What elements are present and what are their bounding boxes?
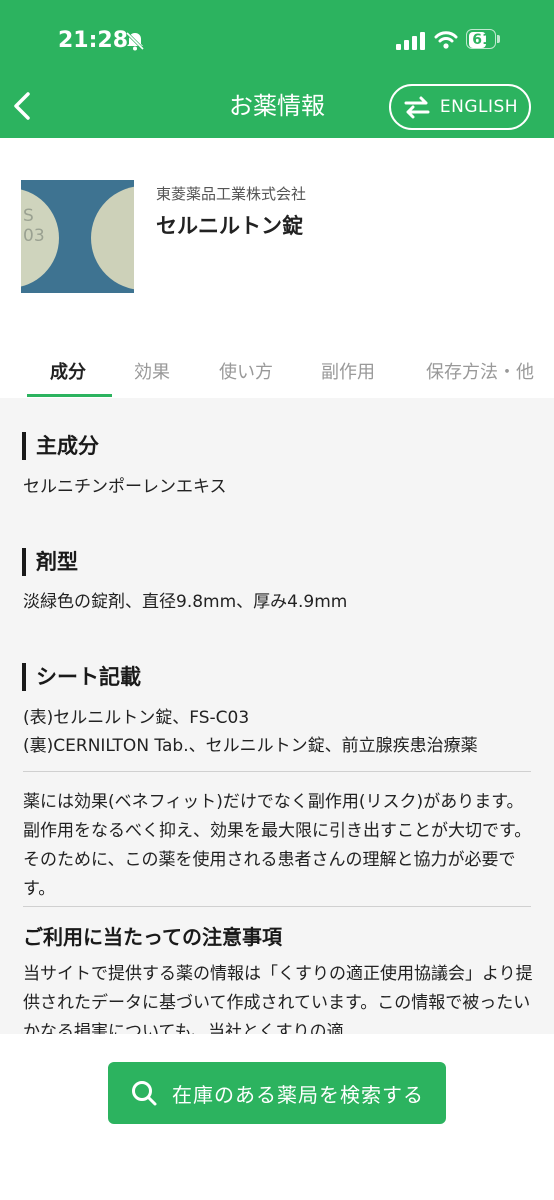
battery-icon: 61 [466, 29, 502, 51]
divider [23, 771, 531, 772]
section-title-sheet: シート記載 [22, 663, 141, 691]
search-icon [132, 1081, 157, 1106]
tab-bar: 成分 効果 使い方 副作用 保存方法・他 [0, 352, 554, 398]
product-name: セルニルトン錠 [156, 214, 303, 238]
tab-usage[interactable]: 使い方 [219, 352, 273, 394]
notice-text: 薬には効果(ベネフィット)だけでなく副作用(リスク)があります。副作用をなるべく… [23, 792, 532, 899]
tab-side-effects[interactable]: 副作用 [321, 352, 375, 394]
caution-text: 当サイトで提供する薬の情報は「くすりの適正使用協議会」より提供されたデータに基づ… [23, 964, 533, 1034]
manufacturer-name: 東菱薬品工業株式会社 [156, 185, 307, 203]
search-pharmacy-label: 在庫のある薬局を検索する [172, 1082, 424, 1107]
status-time: 21:28 [58, 28, 129, 53]
tab-ingredients[interactable]: 成分 [50, 352, 86, 394]
swap-arrows-icon [404, 96, 430, 119]
section-title-form: 剤型 [22, 548, 78, 576]
section-title-main-ingredient: 主成分 [22, 432, 99, 460]
language-toggle-button[interactable]: ENGLISH [389, 84, 531, 130]
caution-title: ご利用に当たっての注意事項 [23, 925, 282, 949]
search-pharmacy-button[interactable]: 在庫のある薬局を検索する [108, 1062, 446, 1124]
form-text: 淡緑色の錠剤、直径9.8mm、厚み4.9mm [23, 592, 348, 612]
tab-storage-other[interactable]: 保存方法・他 [426, 352, 534, 394]
battery-level: 61 [472, 32, 492, 48]
content-scroll-area[interactable]: 主成分 セルニチンポーレンエキス 剤型 淡緑色の錠剤、直径9.8mm、厚み4.9… [0, 398, 554, 1034]
back-button[interactable] [8, 88, 40, 124]
sheet-text-front: (表)セルニルトン錠、FS-C03 [23, 708, 250, 728]
chevron-left-icon [14, 92, 30, 120]
main-ingredient-text: セルニチンポーレンエキス [23, 477, 227, 497]
divider [23, 906, 531, 907]
product-image: S 03 [21, 180, 134, 293]
bottom-bar: 在庫のある薬局を検索する [0, 1034, 554, 1200]
tab-effects[interactable]: 効果 [134, 352, 170, 394]
pill-imprint: S 03 [23, 206, 45, 246]
sheet-text-back: (裏)CERNILTON Tab.、セルニルトン錠、前立腺疾患治療薬 [23, 736, 478, 756]
active-tab-indicator [27, 394, 112, 397]
wifi-icon [434, 30, 458, 54]
language-toggle-label: ENGLISH [439, 97, 519, 117]
cellular-signal-icon [396, 32, 426, 54]
app-header: 21:28 61 お薬情報 ENGLISH [0, 0, 554, 138]
bell-off-icon [124, 30, 146, 56]
